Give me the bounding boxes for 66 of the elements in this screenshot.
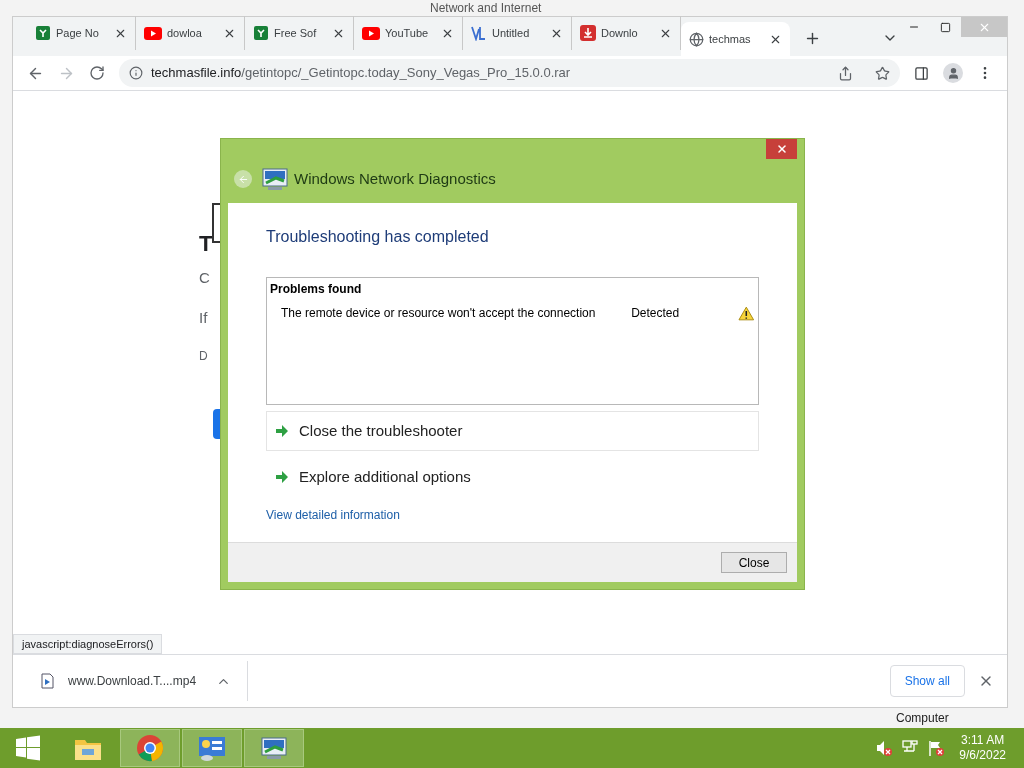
logo-icon (471, 25, 487, 41)
download-filename[interactable]: www.Download.T....mp4 (68, 672, 197, 690)
spreadsheet-icon (35, 25, 51, 41)
page-text: C (199, 268, 210, 288)
new-tab-icon[interactable] (804, 30, 821, 47)
speaker-icon[interactable] (875, 739, 894, 757)
details-link[interactable]: View detailed information (266, 506, 759, 524)
list-header: Problems found (270, 281, 363, 298)
taskbar-app[interactable] (182, 729, 242, 767)
browser-tab[interactable]: Untitled (463, 16, 572, 50)
close-dialog-button[interactable]: Close (721, 552, 787, 573)
status-bubble: javascript:diagnoseErrors() (13, 633, 163, 654)
video-file-icon (41, 673, 54, 689)
dialog-heading: Troubleshooting has completed (266, 227, 490, 247)
tab-title: dowloa (167, 25, 203, 41)
taskbar-app[interactable] (244, 729, 304, 767)
browser-tab[interactable]: techmas (681, 22, 790, 56)
browser-tab[interactable]: Free Sof (245, 16, 354, 50)
browser-tab[interactable]: Downlo (572, 16, 681, 50)
play-icon (362, 26, 380, 40)
dialog-title: Windows Network Diagnostics (294, 168, 496, 189)
spreadsheet-icon (253, 25, 269, 41)
problem-text: The remote device or resource won't accept the connection (281, 305, 597, 322)
page-text: If (199, 308, 208, 328)
window-title: Network and Internet (430, 2, 542, 14)
reload-icon[interactable] (89, 65, 105, 81)
taskbar-app[interactable] (120, 729, 180, 767)
maximize-icon[interactable] (940, 21, 951, 33)
play-icon (144, 26, 162, 40)
address-bar[interactable]: techmasfile.info/getintopc/_Getintopc.today_Sony_Vegas_Pro_15.0.0.rar (119, 59, 900, 87)
tab-title: Untitled (492, 25, 531, 41)
page-text: T (199, 230, 213, 258)
tab-title: Free Sof (274, 25, 318, 41)
profile-avatar[interactable] (943, 63, 963, 83)
bookmark-icon[interactable] (875, 65, 890, 81)
back-icon (237, 173, 249, 185)
browser-tab[interactable]: YouTube (354, 16, 463, 50)
status-item: Computer (896, 711, 949, 727)
share-icon[interactable] (838, 65, 853, 81)
globe-icon (689, 31, 704, 47)
arrow-icon (275, 471, 289, 483)
tab-title: techmas (709, 31, 752, 47)
url-text: techmasfile.info/getintopc/_Getintopc.today_Sony_Vegas_Pro_15.0.0.rar (151, 64, 571, 83)
option-link[interactable]: Close the troubleshooter (266, 411, 759, 451)
browser-tab[interactable]: dowloa (136, 16, 245, 50)
network-diagnostics-icon (260, 165, 290, 193)
tab-title: YouTube (385, 25, 430, 41)
control-panel-icon (197, 734, 227, 762)
close-button[interactable] (766, 139, 797, 159)
close-icon (775, 143, 788, 155)
problem-status: Detected (631, 305, 681, 322)
side-panel-icon[interactable] (914, 65, 929, 81)
page-text: D (199, 348, 208, 365)
download-icon (580, 25, 596, 41)
chrome-icon (136, 734, 164, 762)
browser-tab[interactable]: Page No (27, 16, 136, 50)
tab-title: Downlo (601, 25, 639, 41)
option-link[interactable]: Explore additional options (266, 457, 759, 497)
windows-logo-icon (15, 735, 41, 761)
show-all-button[interactable]: Show all (889, 665, 965, 697)
info-icon[interactable] (129, 66, 143, 80)
warning-icon (738, 305, 755, 321)
arrow-icon (275, 425, 289, 437)
network-diagnostics-icon (259, 734, 289, 762)
tab-title: Page No (56, 25, 100, 41)
flag-icon[interactable] (927, 739, 946, 757)
